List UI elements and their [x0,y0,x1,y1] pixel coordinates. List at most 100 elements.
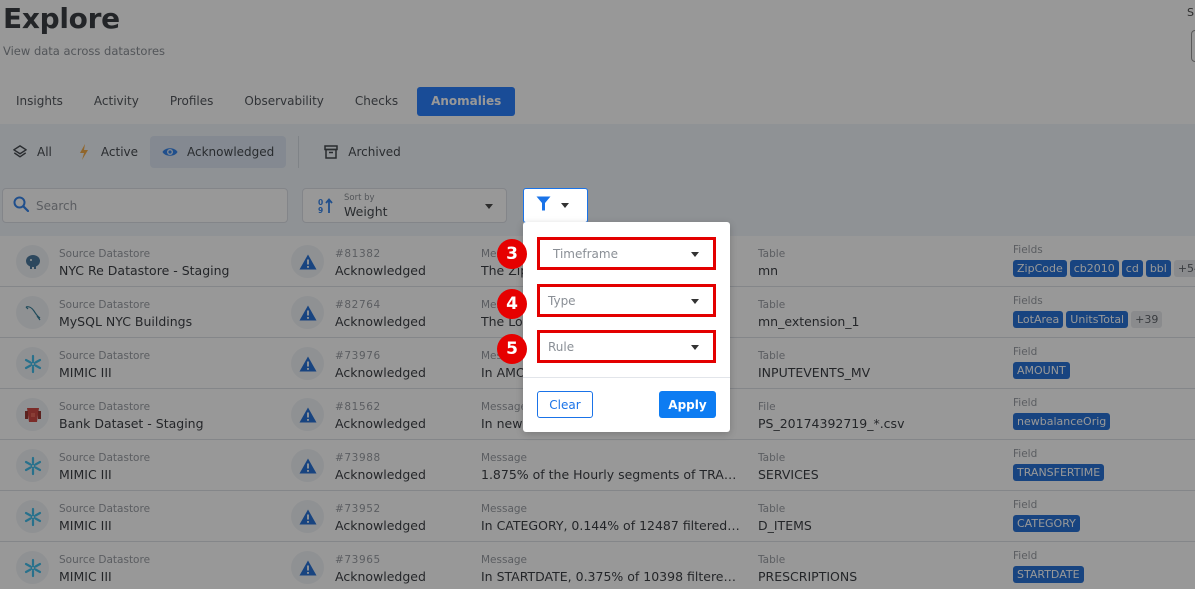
search-box [2,188,288,223]
table-label: Table [758,350,786,362]
tab-profiles[interactable]: Profiles [158,87,226,116]
tab-activity[interactable]: Activity [82,87,151,116]
search-input[interactable] [36,198,276,213]
timeframe-placeholder: Timeframe [553,246,618,261]
table-label: File [758,401,776,413]
filter-popover: Timeframe Type Rule Clear Apply [523,222,730,432]
anomaly-status: Acknowledged [335,518,426,533]
status-all-label: All [37,145,52,159]
snowflake-icon [16,347,49,380]
tab-insights[interactable]: Insights [4,87,75,116]
field-tags: TRANSFERTIME [1013,464,1107,481]
fields-label: Field [1013,397,1038,409]
apply-button[interactable]: Apply [659,391,716,418]
snowflake-icon [16,449,49,482]
datastore-label: Source Datastore [59,554,151,566]
status-active-button[interactable]: Active [64,136,150,168]
table-name: INPUTEVENTS_MV [758,365,871,380]
datastore-name[interactable]: Bank Dataset - Staging [59,416,204,431]
anomaly-row[interactable]: Source Datastore MIMIC III #73965 Acknow… [0,542,1195,589]
message-text: In STARTDATE, 0.375% of 10398 filtered r… [481,569,741,584]
popover-divider [523,377,730,378]
field-tags: LotArea UnitsTotal +39 [1013,311,1165,328]
table-label: Table [758,503,786,515]
explore-tabs: Insights Activity Profiles Observability… [4,86,522,116]
mysql-icon [16,296,49,329]
datastore-name[interactable]: MIMIC III [59,365,112,380]
field-tag: ZipCode [1013,260,1067,277]
anomaly-row[interactable]: Source Datastore MIMIC III #73988 Acknow… [0,440,1195,491]
annotation-badge-5: 5 [497,334,527,364]
sort-label: Sort by [344,193,375,203]
anomaly-id: #82764 [335,299,381,311]
filter-funnel-icon [536,196,551,215]
tab-anomalies[interactable]: Anomalies [417,86,516,116]
clear-button[interactable]: Clear [537,391,593,418]
sort-dropdown[interactable]: 09 Sort by Weight [302,188,507,223]
field-tag: TRANSFERTIME [1013,464,1105,481]
filter-button[interactable] [523,188,588,223]
status-archived-button[interactable]: Archived [311,136,413,168]
type-select[interactable]: Type [537,284,716,317]
table-name: SERVICES [758,467,819,482]
tab-observability[interactable]: Observability [232,87,336,116]
chevron-down-icon [485,204,493,209]
anomaly-id: #81562 [335,401,381,413]
warning-icon [291,347,324,380]
warning-icon [291,296,324,329]
field-tag: AMOUNT [1013,362,1070,379]
message-label: Message [481,554,528,566]
table-name: PS_20174392719_*.csv [758,416,905,431]
status-all-button[interactable]: All [0,136,64,168]
table-label: Table [758,452,786,464]
datastore-name[interactable]: NYC Re Datastore - Staging [59,263,229,278]
datastore-label: Source Datastore [59,299,151,311]
status-acknowledged-label: Acknowledged [187,145,275,159]
status-filter-bar: All Active Acknowledged Archived [0,136,413,168]
table-label: Table [758,248,786,260]
topright-control[interactable] [1191,30,1195,62]
anomaly-id: #73988 [335,452,381,464]
timeframe-select[interactable]: Timeframe [537,237,716,270]
field-tag: STARTDATE [1013,566,1084,583]
table-name: PRESCRIPTIONS [758,569,858,584]
chevron-down-icon [691,345,699,350]
topright-label: S [1187,6,1194,19]
archive-icon [323,144,339,160]
fields-label: Field [1013,448,1038,460]
warning-icon [291,500,324,533]
anomaly-id: #73976 [335,350,381,362]
datastore-name[interactable]: MIMIC III [59,518,112,533]
rule-placeholder: Rule [548,339,575,354]
chevron-down-icon [561,203,569,208]
snowflake-icon [16,551,49,584]
table-name: mn [758,263,779,278]
table-label: Table [758,299,786,311]
datastore-label: Source Datastore [59,452,151,464]
anomaly-status: Acknowledged [335,467,426,482]
rule-select[interactable]: Rule [537,330,716,363]
message-label: Message [481,503,528,515]
annotation-badge-4: 4 [497,289,527,319]
tab-checks[interactable]: Checks [343,87,410,116]
datastore-label: Source Datastore [59,248,151,260]
datastore-name[interactable]: MIMIC III [59,467,112,482]
message-text: In CATEGORY, 0.144% of 12487 filtered re… [481,518,741,533]
warning-icon [291,398,324,431]
anomaly-status: Acknowledged [335,365,426,380]
anomaly-id: #73965 [335,554,381,566]
warning-icon [291,245,324,278]
fields-label: Field [1013,346,1038,358]
field-tag: newbalanceOrig [1013,413,1111,430]
field-tag: UnitsTotal [1066,311,1129,328]
datastore-name[interactable]: MIMIC III [59,569,112,584]
type-placeholder: Type [548,293,576,308]
page-title: Explore [3,2,120,35]
datastore-label: Source Datastore [59,503,151,515]
anomaly-status: Acknowledged [335,314,426,329]
anomaly-row[interactable]: Source Datastore MIMIC III #73952 Acknow… [0,491,1195,542]
datastore-name[interactable]: MySQL NYC Buildings [59,314,192,329]
status-acknowledged-button[interactable]: Acknowledged [150,136,287,168]
field-tags: CATEGORY [1013,515,1083,532]
sort-value: Weight [344,204,388,219]
